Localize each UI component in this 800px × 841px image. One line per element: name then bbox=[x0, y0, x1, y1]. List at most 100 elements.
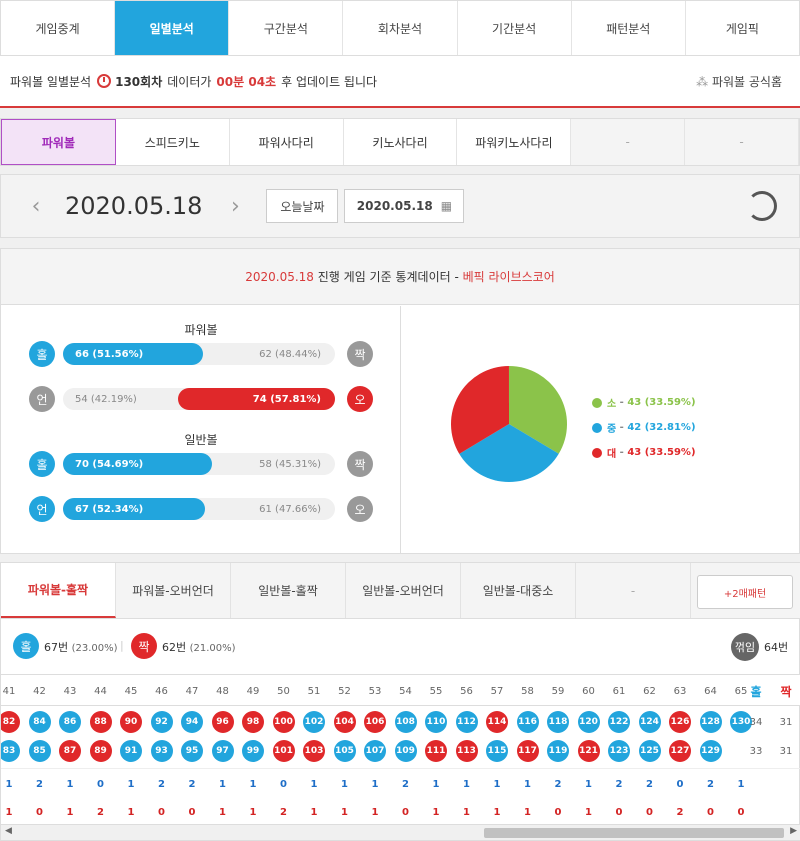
game-tab-2[interactable]: 파워사다리 bbox=[230, 119, 344, 165]
legend-item-1: 중 - 42 (32.81%) bbox=[592, 420, 696, 435]
col-header: 61 bbox=[612, 685, 626, 697]
left-ball: 언 bbox=[29, 496, 55, 522]
horizontal-scrollbar[interactable]: ◀ ▶ bbox=[1, 824, 800, 840]
pattern-tab-4[interactable]: 일반볼-대중소 bbox=[461, 563, 576, 618]
col-header: 57 bbox=[490, 685, 504, 697]
col-header: 50 bbox=[277, 685, 290, 697]
count-cell: 0 bbox=[280, 778, 287, 790]
result-ball: 103 bbox=[303, 740, 325, 762]
count-cell: 1 bbox=[66, 778, 74, 790]
result-ball: 115 bbox=[486, 740, 508, 762]
pattern-tab-2[interactable]: 일반볼-홀짝 bbox=[231, 563, 346, 618]
count-cell: 1 bbox=[341, 806, 348, 818]
normalball-title: 일반볼 bbox=[184, 433, 218, 447]
total-header: 홀 bbox=[750, 684, 762, 699]
pattern-tab-3[interactable]: 일반볼-오버언더 bbox=[346, 563, 461, 618]
col-header: 54 bbox=[399, 685, 412, 697]
link-icon: ⁂ bbox=[696, 75, 712, 89]
info-prefix: 파워볼 일별분석 bbox=[10, 74, 92, 89]
col-header: 58 bbox=[521, 685, 534, 697]
result-ball: 97 bbox=[211, 740, 234, 762]
count-cell: 2 bbox=[36, 778, 43, 790]
count-cell: 1 bbox=[219, 806, 226, 818]
nav-tab-6[interactable]: 게임픽 bbox=[686, 1, 799, 55]
count-cell: 1 bbox=[127, 806, 135, 818]
result-ball: 106 bbox=[364, 711, 386, 733]
right-ball: 짝 bbox=[347, 341, 373, 367]
count-cell: 2 bbox=[188, 778, 196, 790]
pattern-grid: 41 42 43 44 45 46 47 48 49 50 51 52 53 54 55 56 57 58 59 60… bbox=[1, 674, 800, 824]
statistics-card: 2020.05.18 진행 게임 기준 통계데이터 - 베픽 라이브스코어 파워… bbox=[0, 248, 800, 554]
legend-dot bbox=[592, 447, 602, 458]
result-ball: 102 bbox=[303, 711, 325, 733]
count-cell: 1 bbox=[249, 806, 257, 818]
count-cell: 1 bbox=[463, 806, 470, 818]
current-date: 2020.05.18 bbox=[65, 192, 203, 220]
size-pie-chart bbox=[451, 366, 567, 482]
break-ball: 꺾임 bbox=[731, 633, 759, 661]
result-ball: 89 bbox=[89, 740, 112, 762]
game-tab-1[interactable]: 스피드키노 bbox=[116, 119, 230, 165]
pattern-tab-0[interactable]: 파워볼-홀짝 bbox=[1, 563, 116, 618]
count-cell: 0 bbox=[36, 806, 43, 818]
count-cell: 1 bbox=[310, 778, 318, 790]
info-mid: 데이터가 bbox=[167, 74, 212, 89]
result-ball: 93 bbox=[150, 740, 173, 762]
today-button[interactable]: 오늘날짜 bbox=[266, 189, 339, 223]
nav-tab-2[interactable]: 구간분석 bbox=[229, 1, 344, 55]
count-cell: 2 bbox=[97, 806, 104, 818]
prev-date-icon[interactable]: ‹ bbox=[21, 194, 51, 219]
pattern-summary: 홀 67번 (23.00%) | 짝 62번 (21.00%) 꺾임 64번 bbox=[1, 621, 800, 673]
result-ball: 98 bbox=[242, 711, 264, 733]
refresh-icon[interactable] bbox=[747, 191, 777, 221]
count-cell: 1 bbox=[249, 778, 257, 790]
left-fill: 66 (51.56%) bbox=[63, 343, 204, 365]
scroll-right-icon[interactable]: ▶ bbox=[790, 826, 797, 836]
count-cell: 0 bbox=[402, 806, 409, 818]
ratio-track: 66 (51.56%) 62 (48.44%) bbox=[63, 343, 335, 365]
right-ball: 짝 bbox=[347, 451, 373, 477]
result-ball: 113 bbox=[455, 740, 478, 762]
nav-tab-1[interactable]: 일별분석 bbox=[115, 1, 230, 55]
result-ball: 85 bbox=[28, 740, 51, 762]
result-ball: 92 bbox=[150, 711, 173, 733]
game-tab-4[interactable]: 파워키노사다리 bbox=[457, 119, 572, 165]
game-tab-3[interactable]: 키노사다리 bbox=[344, 119, 458, 165]
count-cell: 2 bbox=[707, 778, 714, 790]
result-ball: 121 bbox=[577, 740, 600, 762]
nav-tab-5[interactable]: 패턴분석 bbox=[572, 1, 686, 55]
nav-tab-0[interactable]: 게임중계 bbox=[1, 1, 116, 55]
nav-tab-3[interactable]: 회차분석 bbox=[343, 1, 458, 55]
date-bar: ‹ 2020.05.18 › 오늘날짜 2020.05.18 ▦ bbox=[0, 174, 800, 238]
result-ball: 96 bbox=[211, 711, 234, 733]
result-ball: 88 bbox=[89, 711, 112, 733]
next-date-icon[interactable]: › bbox=[220, 194, 250, 219]
count-cell: 1 bbox=[310, 806, 318, 818]
scroll-left-icon[interactable]: ◀ bbox=[5, 826, 12, 836]
date-picker-button[interactable]: 2020.05.18 ▦ bbox=[344, 189, 465, 223]
official-home-link[interactable]: ⁂ 파워볼 공식홈 bbox=[696, 73, 782, 90]
col-header: 59 bbox=[551, 685, 565, 697]
col-header: 56 bbox=[460, 685, 473, 697]
right-value: 62 (48.44%) bbox=[259, 348, 321, 360]
pattern-tab-1[interactable]: 파워볼-오버언더 bbox=[116, 563, 231, 618]
two-line-pattern-button[interactable]: +2매패턴 bbox=[697, 575, 793, 609]
result-ball: 129 bbox=[699, 740, 722, 762]
count-cell: 1 bbox=[341, 778, 348, 790]
scroll-thumb[interactable] bbox=[484, 828, 784, 838]
odd-count: 67번 bbox=[44, 641, 69, 654]
nav-tab-4[interactable]: 기간분석 bbox=[458, 1, 572, 55]
legend-sep: - bbox=[616, 422, 628, 433]
legend-label: 대 bbox=[607, 449, 617, 460]
stat-row-normalball-odd: 홀 짝 70 (54.69%) 58 (45.31%) bbox=[29, 451, 375, 477]
game-tabs: 파워볼 스피드키노 파워사다리 키노사다리 파워키노사다리 - - bbox=[0, 118, 800, 166]
legend-sep: - bbox=[616, 397, 628, 408]
result-ball: 125 bbox=[638, 740, 661, 762]
game-tab-0[interactable]: 파워볼 bbox=[1, 119, 116, 165]
right-ball: 오 bbox=[347, 496, 373, 522]
col-header: 45 bbox=[124, 685, 138, 697]
left-fill: 67 (52.34%) bbox=[63, 498, 206, 520]
top-navigation: 게임중계 일별분석 구간분석 회차분석 기간분석 패턴분석 게임픽 bbox=[0, 0, 800, 56]
result-ball: 101 bbox=[272, 740, 295, 762]
legend-label: 소 bbox=[607, 399, 617, 410]
